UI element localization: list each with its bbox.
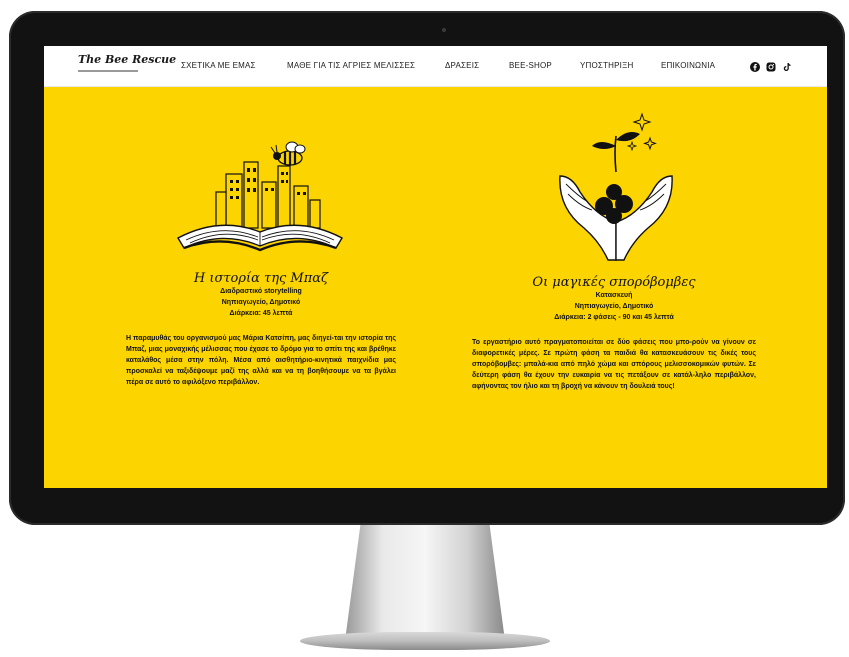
menu-item-contact[interactable]: ΕΠΙΚΟΙΝΩΝΙΑ [661,61,715,70]
social-links [750,59,792,72]
webcam-dot [442,28,446,32]
activity-description: Η παραμυθάς του οργανισμού μας Μάρια Κατ… [126,335,396,386]
activity-card-buzz-story: Η ιστορία της Μπαζ Διαδραστικό storytell… [126,86,396,388]
activity-audience: Νηπιαγωγείο, Δημοτικό [221,299,301,306]
activity-audience: Νηπιαγωγείο, Δημοτικό [574,303,654,310]
monitor-stand-base [300,632,550,650]
main-menu: ΣΧΕΤΙΚΑ ΜΕ ΕΜΑΣ ΜΑΘΕ ΓΙΑ ΤΙΣ ΑΓΡΙΕΣ ΜΕΛΙ… [44,46,827,86]
website-screen: The Bee Rescue ΣΧΕΤΙΚΑ ΜΕ ΕΜΑΣ ΜΑΘΕ ΓΙΑ … [44,46,827,488]
menu-item-about[interactable]: ΣΧΕΤΙΚΑ ΜΕ ΕΜΑΣ [181,61,256,70]
activity-duration: Διάρκεια: 45 λεπτά [229,310,293,317]
activity-card-seed-bombs: Οι μαγικές σπορόβομβες Κατασκευή Νηπιαγω… [472,86,756,392]
menu-item-wild-bees[interactable]: ΜΑΘΕ ΓΙΑ ΤΙΣ ΑΓΡΙΕΣ ΜΕΛΙΣΣΕΣ [287,61,415,70]
site-header: The Bee Rescue ΣΧΕΤΙΚΑ ΜΕ ΕΜΑΣ ΜΑΘΕ ΓΙΑ … [44,46,827,87]
menu-item-bee-shop[interactable]: BEE-SHOP [509,61,552,70]
activity-title: Η ιστορία της Μπαζ [193,271,329,286]
activity-duration: Διάρκεια: 2 φάσεις - 90 και 45 λεπτά [554,314,674,321]
activity-type: Κατασκευή [595,292,633,299]
menu-item-support[interactable]: ΥΠΟΣΤΗΡΙΞΗ [580,61,633,70]
menu-item-actions[interactable]: ΔΡΑΣΕΙΣ [445,61,479,70]
instagram-icon[interactable] [766,59,776,72]
activity-type: Διαδραστικό storytelling [220,288,302,295]
activity-description: Το εργαστήριο αυτό πραγματοποιείται σε δ… [472,339,756,390]
facebook-icon[interactable] [750,59,760,72]
monitor-stand [345,525,505,640]
tiktok-icon[interactable] [782,59,792,71]
activity-title: Οι μαγικές σπορόβομβες [532,275,696,290]
